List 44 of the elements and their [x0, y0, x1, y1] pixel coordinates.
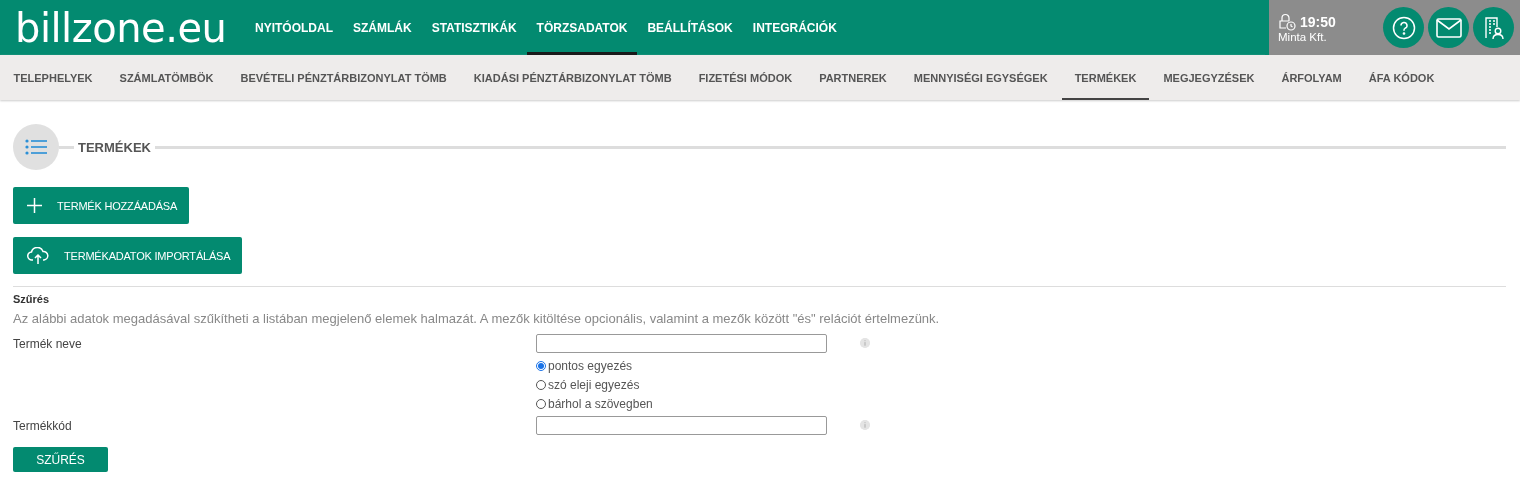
radio-button[interactable] [536, 361, 546, 371]
nav-tab[interactable]: INTEGRÁCIÓK [742, 0, 847, 55]
field-label: Termék neve [13, 336, 83, 351]
help-icon [1391, 15, 1416, 40]
filter-description: Az alábbi adatok megadásával szűkítheti a listában megjelenő elemek halmazát. A mezők kitöltése opcionális, valamint a mezők között "és" relációt értelmezünk. [13, 311, 941, 326]
mail-button[interactable] [1428, 7, 1469, 48]
nav-tab[interactable]: STATISZTIKÁK [421, 0, 527, 55]
building-person-icon [1482, 15, 1505, 40]
nav-tab[interactable]: BEÁLLÍTÁSOK [637, 0, 743, 55]
radio-option[interactable]: szó eleji egyezés [536, 378, 827, 392]
subnav-tab[interactable]: TERMÉKEK [1062, 55, 1149, 100]
filter-title: Szűrés [13, 293, 51, 305]
session-time: 19:50 [1300, 13, 1336, 30]
radio-button[interactable] [536, 399, 546, 409]
company-name: Minta Kft. [1278, 30, 1328, 43]
company-button[interactable] [1473, 7, 1514, 48]
subnav-tab[interactable]: MEGJEGYZÉSEK [1150, 55, 1267, 100]
subnav-tab[interactable]: TELEPHELYEK [1, 55, 106, 100]
mail-icon [1435, 17, 1462, 38]
logo[interactable]: billzone.eu [0, 7, 245, 48]
field-label: Termékkód [13, 418, 73, 433]
subnav-tab[interactable]: PARTNEREK [806, 55, 900, 100]
subnav-tab[interactable]: MENNYISÉGI EGYSÉGEK [901, 55, 1061, 100]
radio-option[interactable]: bárhol a szövegben [536, 397, 827, 411]
input-field[interactable] [536, 416, 827, 435]
input-field[interactable] [536, 334, 827, 353]
import-button[interactable]: TERMÉKADATOK IMPORTÁLÁSA [13, 237, 243, 274]
help-button[interactable] [1383, 7, 1424, 48]
plus-icon [27, 198, 42, 213]
subnav-tab[interactable]: SZÁMLATÖMBÖK [107, 55, 226, 100]
subnav-tab[interactable]: BEVÉTELI PÉNZTÁRBIZONYLAT TÖMB [227, 55, 460, 100]
lock-clock-icon [1278, 12, 1296, 31]
radio-option[interactable]: pontos egyezés [536, 359, 827, 373]
subnav-tab[interactable]: FIZETÉSI MÓDOK [686, 55, 805, 100]
radio-button[interactable] [536, 380, 546, 390]
nav-tab[interactable]: NYITÓOLDAL [245, 0, 343, 55]
add-product-button[interactable]: TERMÉK HOZZÁADÁSA [13, 187, 190, 224]
cloud-upload-icon [27, 246, 49, 265]
nav-tab[interactable]: SZÁMLÁK [343, 0, 422, 55]
filter-button[interactable]: SZŰRÉS [13, 447, 108, 472]
subnav-tab[interactable]: ÁRFOLYAM [1268, 55, 1355, 100]
subnav-tab[interactable]: KIADÁSI PÉNZTÁRBIZONYLAT TÖMB [461, 55, 685, 100]
subnav-tab[interactable]: ÁFA KÓDOK [1356, 55, 1447, 100]
section-title: TERMÉKEK [77, 139, 152, 155]
